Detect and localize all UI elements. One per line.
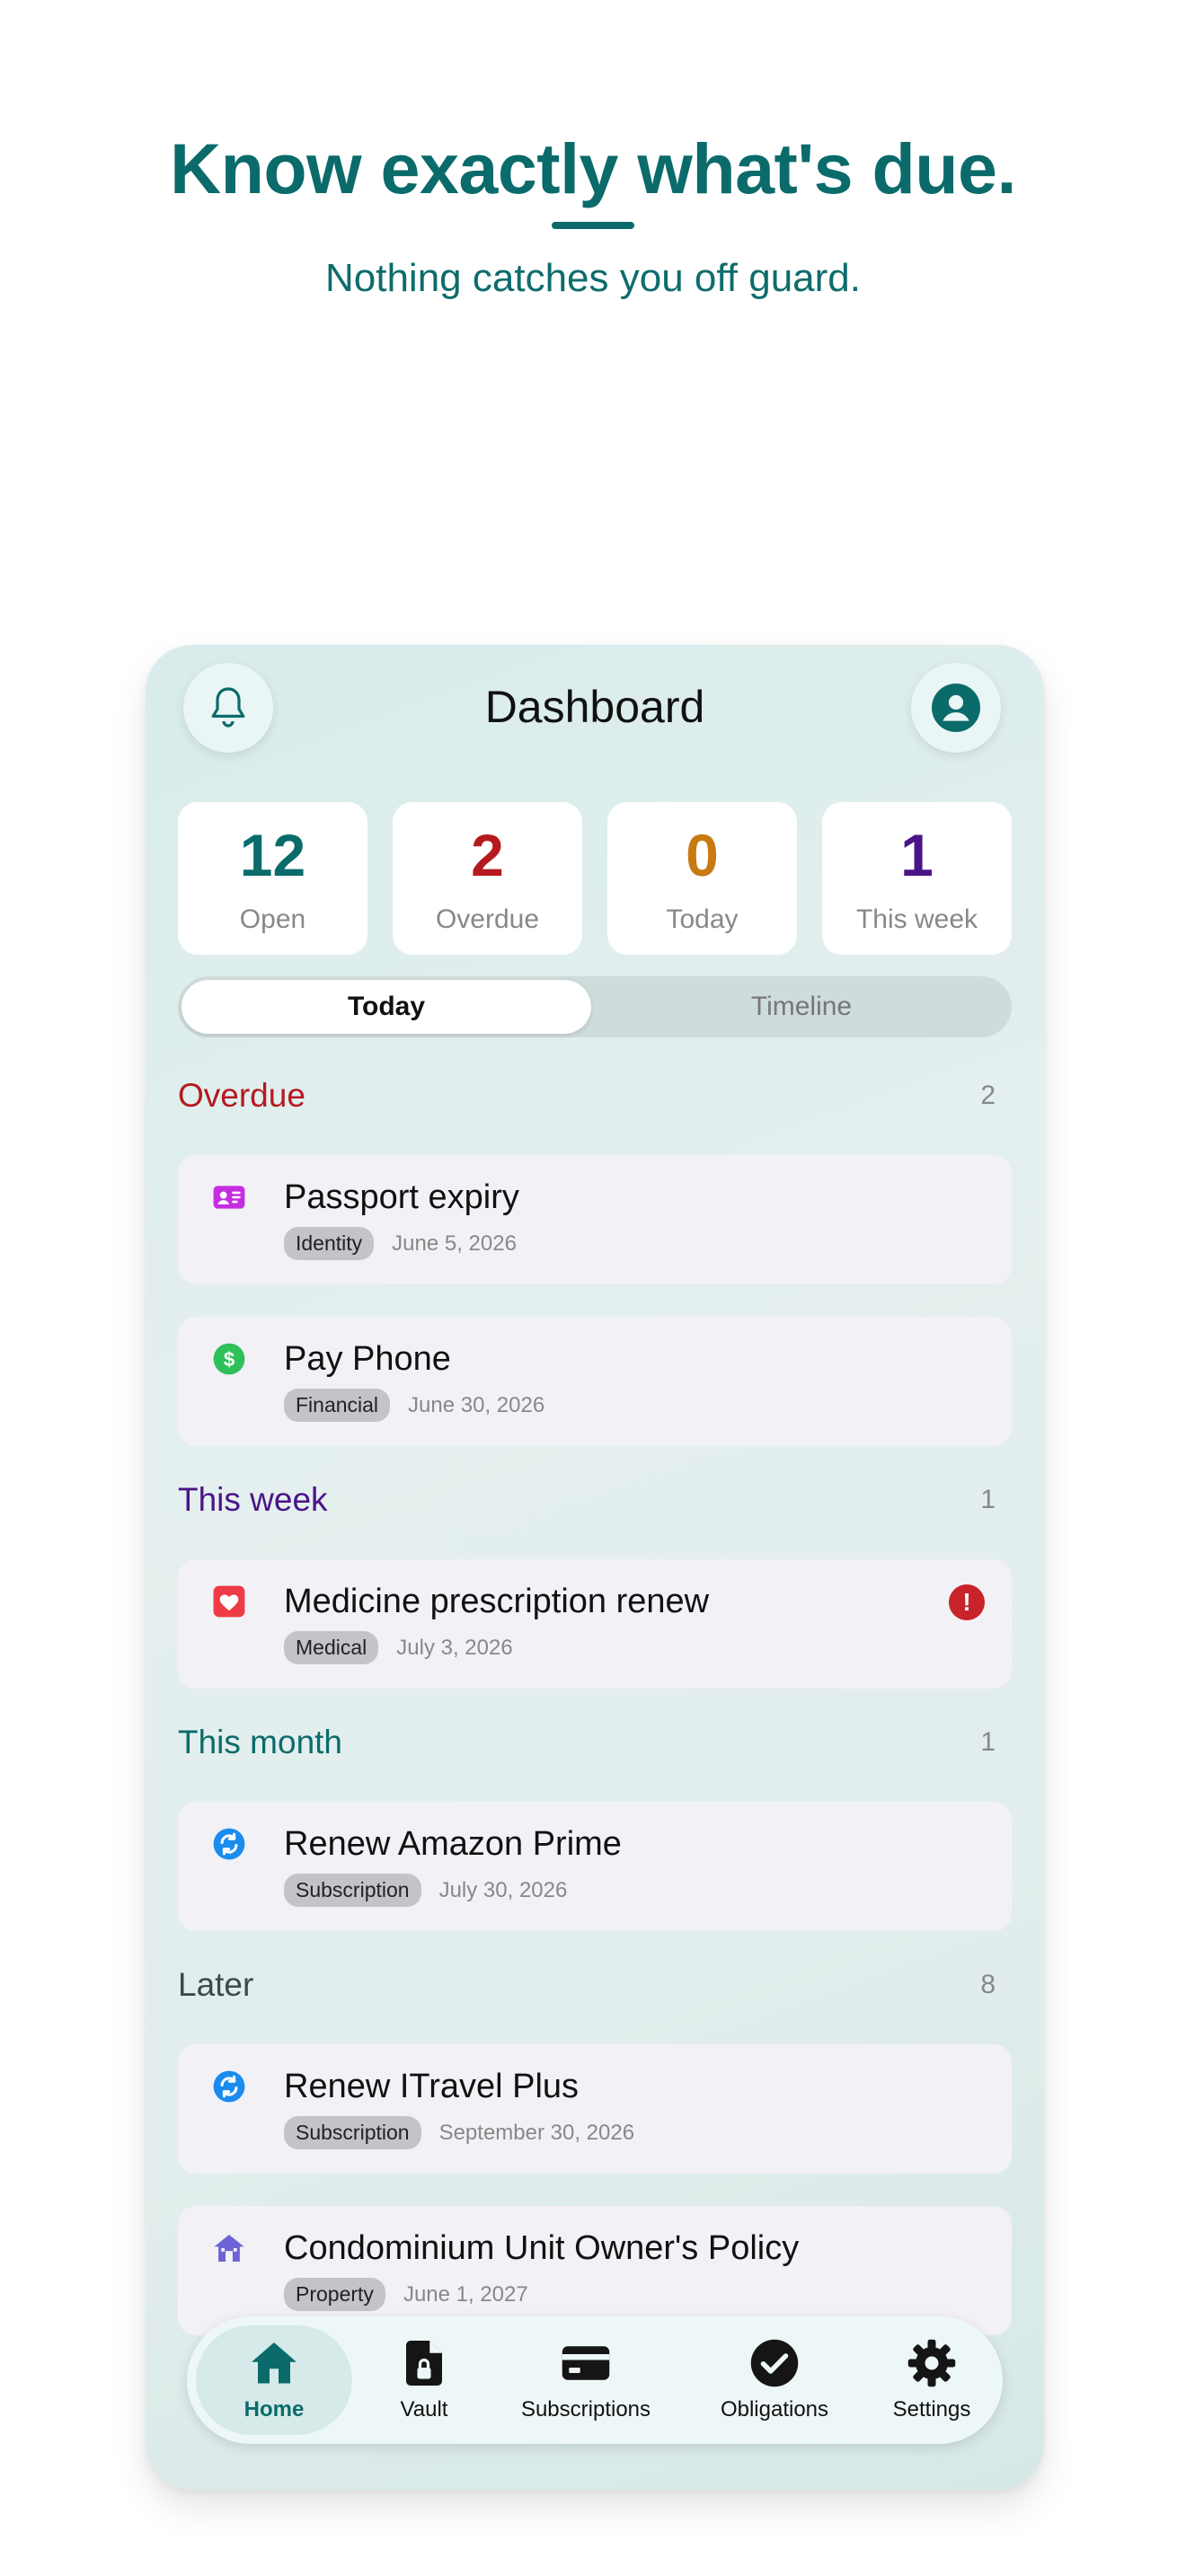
- due-date: July 3, 2026: [396, 1635, 513, 1660]
- item-title: Medicine prescription renew: [284, 1583, 710, 1620]
- nav-label: Home: [243, 2397, 305, 2422]
- alert-icon: !: [949, 1584, 985, 1620]
- stat-label: Today: [666, 904, 739, 934]
- item-meta: Property June 1, 2027: [284, 2278, 528, 2311]
- item-meta: Medical July 3, 2026: [284, 1631, 513, 1664]
- item-title: Pay Phone: [284, 1340, 451, 1378]
- profile-icon: [932, 684, 980, 732]
- stat-overdue[interactable]: 2 Overdue: [393, 802, 582, 955]
- category-tag: Medical: [284, 1631, 379, 1664]
- obligation-item[interactable]: Medicine prescription renew Medical July…: [178, 1559, 1012, 1689]
- stats-row: 12 Open 2 Overdue 0 Today 1 This week: [178, 802, 1012, 955]
- section-count: 1: [980, 1727, 996, 1757]
- stat-label: Overdue: [435, 904, 540, 934]
- id-card-icon: [213, 1186, 245, 1209]
- nav-label: Obligations: [720, 2397, 829, 2422]
- obligation-item[interactable]: Renew Amazon Prime Subscription July 30,…: [178, 1802, 1012, 1931]
- stat-value: 2: [471, 822, 504, 888]
- hero-underline: [552, 222, 634, 229]
- category-tag: Subscription: [284, 2116, 421, 2149]
- section-count: 8: [980, 1970, 996, 1999]
- section-title: Later: [178, 1966, 254, 2003]
- item-meta: Financial June 30, 2026: [284, 1389, 544, 1422]
- item-title: Renew ITravel Plus: [284, 2068, 580, 2105]
- obligation-item[interactable]: Passport expiry Identity June 5, 2026: [178, 1155, 1012, 1284]
- section-title: This week: [178, 1481, 328, 1518]
- gear-icon: [907, 2339, 956, 2387]
- category-tag: Financial: [284, 1389, 391, 1422]
- card-icon: [562, 2346, 610, 2380]
- obligation-item[interactable]: Renew ITravel Plus Subscription Septembe…: [178, 2044, 1012, 2174]
- section-title: This month: [178, 1724, 343, 1760]
- nav-label: Vault: [400, 2397, 448, 2422]
- due-date: June 1, 2027: [403, 2281, 528, 2307]
- tab-timeline[interactable]: Timeline: [595, 980, 1008, 1034]
- stat-label: This week: [855, 904, 978, 934]
- due-date: June 30, 2026: [408, 1392, 545, 1417]
- stat-this-week[interactable]: 1 This week: [822, 802, 1012, 955]
- section-title: Overdue: [178, 1077, 305, 1114]
- section-header-later: Later 8: [178, 1966, 1012, 2011]
- hero-subtitle: Nothing catches you off guard.: [324, 256, 862, 300]
- nav-subscriptions[interactable]: Subscriptions: [496, 2325, 676, 2435]
- nav-settings[interactable]: Settings: [873, 2325, 990, 2435]
- nav-label: Subscriptions: [520, 2397, 651, 2422]
- item-title: Condominium Unit Owner's Policy: [284, 2229, 800, 2267]
- hero-title: Know exactly what's due.: [170, 128, 1016, 208]
- item-meta: Subscription September 30, 2026: [284, 2116, 634, 2149]
- nav-home[interactable]: Home: [196, 2325, 352, 2435]
- item-meta: Identity June 5, 2026: [284, 1227, 517, 1260]
- nav-vault[interactable]: Vault: [370, 2325, 478, 2435]
- item-title: Renew Amazon Prime: [284, 1825, 622, 1863]
- tab-today[interactable]: Today: [181, 980, 591, 1034]
- due-date: September 30, 2026: [438, 2120, 635, 2145]
- category-tag: Property: [284, 2278, 385, 2311]
- item-title: Passport expiry: [284, 1178, 519, 1216]
- stat-value: 1: [900, 822, 934, 888]
- section-header-overdue: Overdue 2: [178, 1077, 1012, 1122]
- stat-label: Open: [239, 904, 306, 934]
- due-date: June 5, 2026: [392, 1231, 517, 1256]
- home-icon: [252, 2342, 296, 2384]
- category-tag: Subscription: [284, 1874, 421, 1907]
- nav-obligations[interactable]: Obligations: [694, 2325, 855, 2435]
- renew-icon: [213, 1828, 245, 1860]
- stat-open[interactable]: 12 Open: [178, 802, 367, 955]
- bottom-tab-bar: Home Vault Subscriptions Obligations Set…: [187, 2316, 1003, 2444]
- due-date: July 30, 2026: [438, 1877, 568, 1902]
- view-segmented-control: Today Timeline: [178, 976, 1012, 1037]
- section-header-this-week: This week 1: [178, 1481, 1012, 1526]
- renew-icon: [213, 2070, 245, 2103]
- item-meta: Subscription July 30, 2026: [284, 1874, 567, 1907]
- phone-frame: Dashboard 12 Open 2 Overdue 0 Today 1 Th…: [146, 645, 1044, 2490]
- stat-today[interactable]: 0 Today: [607, 802, 797, 955]
- heart-icon: [213, 1585, 245, 1618]
- page-title: Dashboard: [484, 682, 705, 732]
- document-lock-icon: [406, 2341, 442, 2386]
- check-circle-icon: [750, 2339, 799, 2387]
- stat-value: 12: [239, 822, 306, 888]
- section-header-this-month: This month 1: [178, 1724, 1012, 1769]
- svg-text:$: $: [224, 1348, 235, 1371]
- profile-button[interactable]: [911, 663, 1001, 753]
- section-count: 1: [980, 1485, 996, 1514]
- dollar-icon: $: [213, 1343, 245, 1375]
- nav-label: Settings: [892, 2397, 971, 2422]
- obligation-item[interactable]: $ Pay Phone Financial June 30, 2026: [178, 1317, 1012, 1446]
- stat-value: 0: [686, 822, 719, 888]
- category-tag: Identity: [284, 1227, 375, 1260]
- section-count: 2: [980, 1081, 996, 1110]
- house-icon: [214, 2234, 244, 2263]
